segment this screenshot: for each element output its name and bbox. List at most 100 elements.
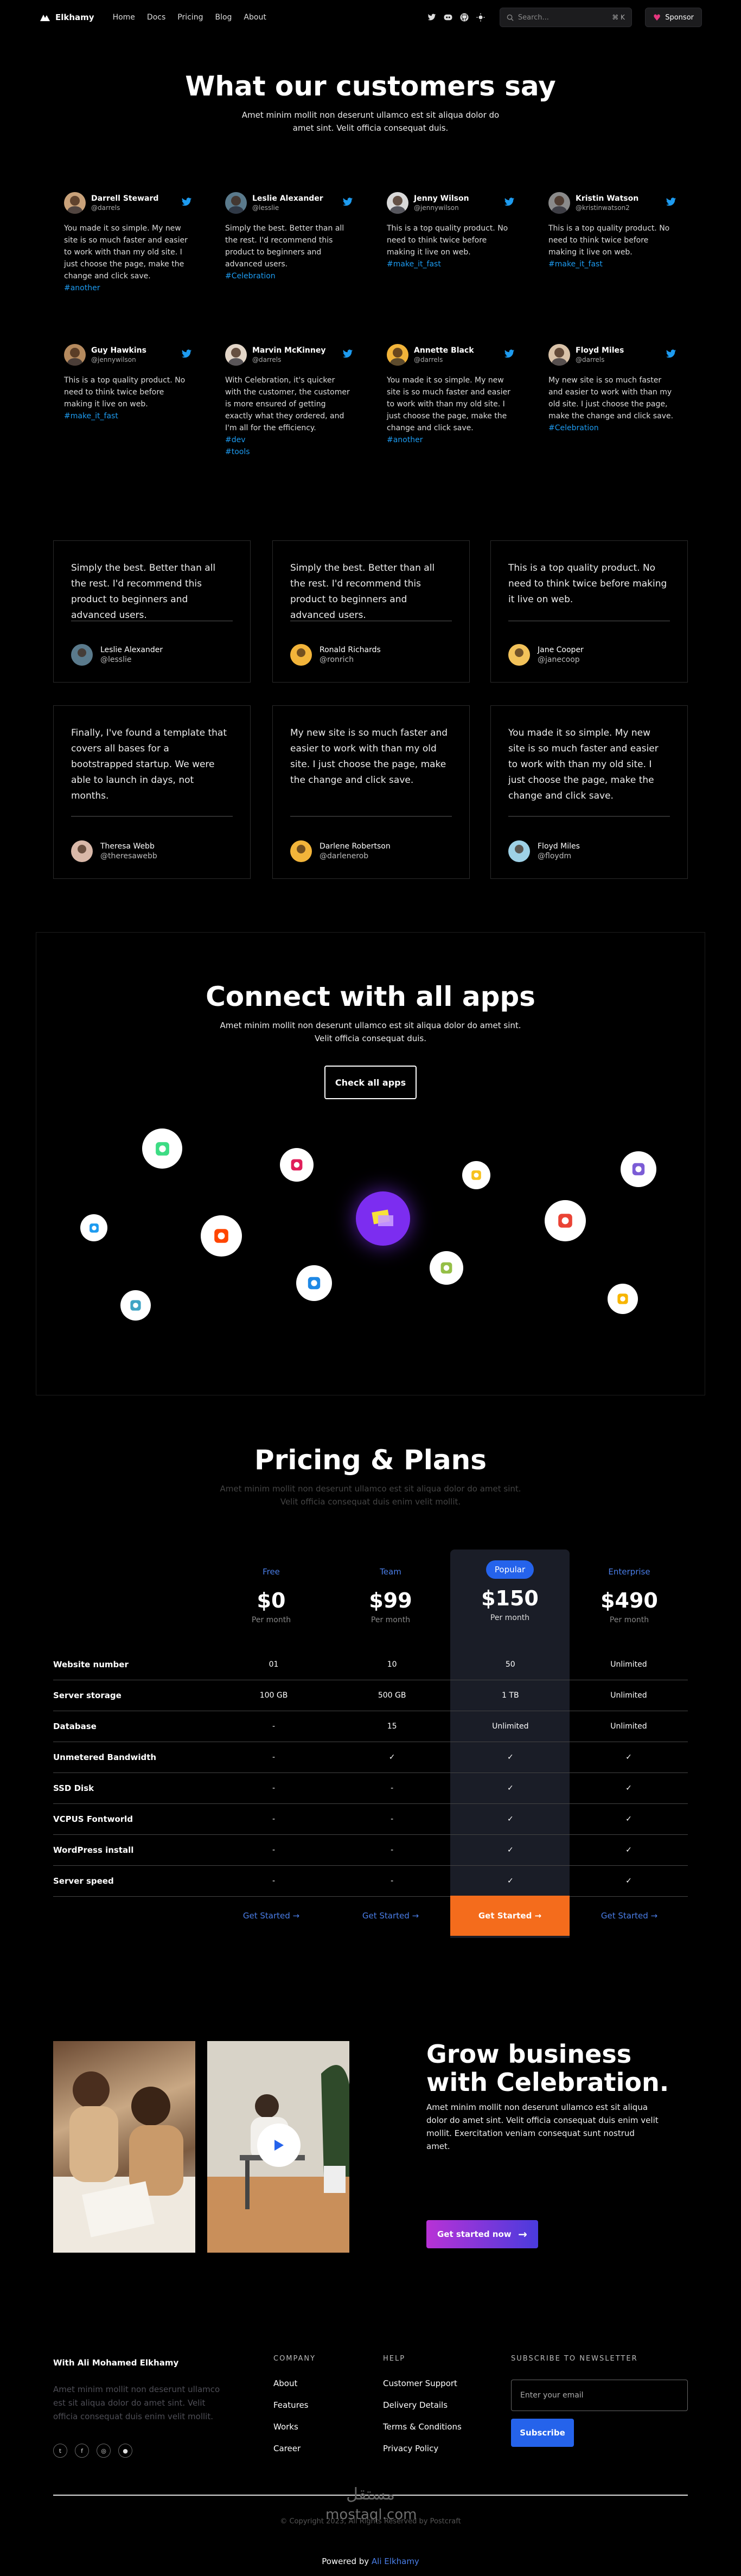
get-started-popular-button[interactable]: Get Started → (450, 1896, 570, 1936)
plan-tier: Popular (450, 1560, 570, 1579)
feature-label: Database (53, 1721, 97, 1731)
periscope-icon[interactable] (120, 1290, 151, 1321)
tweet-author: Annette Black @darrels (414, 346, 474, 364)
twitter-icon[interactable] (342, 349, 353, 360)
twitter-icon[interactable] (666, 349, 676, 360)
footer-link-works[interactable]: Works (273, 2422, 298, 2432)
footer-link-career[interactable]: Career (273, 2444, 301, 2453)
feature-value: 50 (505, 1660, 515, 1669)
android-icon[interactable] (142, 1128, 182, 1169)
feature-row: WordPress install - - ✓ ✓ (53, 1835, 688, 1866)
get-started-link[interactable]: Get Started → (212, 1911, 331, 1921)
tweet-author-name: Marvin McKinney (252, 346, 326, 355)
avatar (225, 192, 247, 214)
tweet-text: This is a top quality product. No need t… (387, 222, 515, 270)
quote-divider (508, 816, 670, 817)
hashtag-link[interactable]: #make_it_fast (64, 410, 192, 422)
get-started-now-button[interactable]: Get started now → (426, 2220, 538, 2248)
feature-row: Server speed - - ✓ ✓ (53, 1866, 688, 1897)
powered-by-link[interactable]: Ali Elkhamy (372, 2556, 419, 2566)
hashtag-link[interactable]: #make_it_fast (387, 258, 515, 270)
subscribe-button[interactable]: Subscribe (511, 2419, 574, 2447)
sketch-icon[interactable] (608, 1284, 638, 1314)
twitter-icon[interactable] (80, 1214, 107, 1241)
github-icon[interactable] (459, 12, 469, 22)
logo-icon (40, 15, 50, 21)
instagram-icon[interactable]: ◎ (97, 2444, 111, 2458)
tweet-author-name: Jenny Wilson (414, 194, 469, 203)
discord-icon[interactable] (443, 12, 453, 22)
twitter-icon[interactable] (666, 197, 676, 208)
hashtag-link[interactable]: #Celebration (225, 270, 353, 282)
nav-link-about[interactable]: About (244, 13, 266, 22)
tweet-author: Darrell Steward @darrels (91, 194, 158, 212)
search-input[interactable]: Search... ⌘ K (499, 8, 632, 27)
newsletter-email-input[interactable]: Enter your email (511, 2380, 688, 2411)
twitter-icon[interactable] (342, 197, 353, 208)
quote-card: This is a top quality product. No need t… (490, 540, 688, 683)
twitter-icon[interactable] (181, 197, 192, 208)
tweet-card: Kristin Watson @kristinwatson2 This is a t… (548, 191, 676, 270)
nav-link-home[interactable]: Home (113, 13, 135, 22)
hashtag-link[interactable]: #another (387, 434, 515, 446)
twitter-icon[interactable] (427, 12, 437, 22)
brand-logo[interactable]: Elkhamy (39, 12, 94, 22)
tweet-author-handle: @jennywilson (91, 356, 136, 364)
nav-link-docs[interactable]: Docs (147, 13, 165, 22)
footer-link-delivery-details[interactable]: Delivery Details (383, 2400, 448, 2410)
plan-tier: Enterprise (608, 1567, 650, 1577)
hashtag-link[interactable]: #tools (225, 446, 353, 458)
tweet-body: My new site is so much faster and easier… (548, 376, 674, 420)
footer-link-privacy[interactable]: Privacy Policy (383, 2444, 438, 2453)
get-started-link[interactable]: Get Started → (570, 1911, 689, 1921)
twitter-icon[interactable] (181, 349, 192, 360)
vscode-icon[interactable] (296, 1265, 332, 1301)
celebration-icon[interactable] (356, 1191, 410, 1246)
tweet-text: This is a top quality product. No need t… (548, 222, 676, 270)
twitter-icon[interactable]: t (53, 2444, 67, 2458)
quote-author-info: Jane Cooper @janecoop (538, 645, 584, 665)
slack-icon[interactable] (280, 1148, 314, 1182)
play-video-button[interactable] (257, 2124, 301, 2167)
tweet-header: Jenny Wilson @jennywilson (387, 191, 515, 215)
quote-author-info: Ronald Richards @ronrich (320, 645, 381, 665)
footer-link-about[interactable]: About (273, 2379, 297, 2388)
sponsor-button[interactable]: ♥ Sponsor (644, 8, 702, 27)
tweet-text: My new site is so much faster and easier… (548, 374, 676, 434)
get-started-link[interactable]: Get Started → (331, 1911, 450, 1921)
footer-link-terms[interactable]: Terms & Conditions (383, 2422, 462, 2432)
play-icon (274, 2140, 284, 2151)
hashtag-link[interactable]: #another (64, 282, 192, 294)
feature-value: - (391, 1877, 394, 1885)
twitter-icon[interactable] (504, 349, 515, 360)
feature-value: 10 (387, 1660, 397, 1669)
hashtag-link[interactable]: #dev (225, 434, 353, 446)
check-all-apps-button[interactable]: Check all apps (324, 1066, 417, 1099)
popular-badge: Popular (486, 1560, 534, 1579)
feature-value: Unlimited (610, 1660, 647, 1669)
footer-link-features[interactable]: Features (273, 2400, 309, 2410)
feature-value: 15 (387, 1722, 397, 1731)
docs-icon[interactable] (621, 1151, 656, 1187)
search-placeholder: Search... (518, 13, 549, 22)
quote-card: Finally, I've found a template that cove… (53, 705, 251, 879)
twitter-icon[interactable] (504, 197, 515, 208)
reddit-icon[interactable] (201, 1215, 242, 1257)
shopify-icon[interactable] (430, 1251, 463, 1285)
hashtag-link[interactable]: #make_it_fast (548, 258, 676, 270)
bumble-icon[interactable] (462, 1161, 490, 1189)
facebook-icon[interactable]: f (75, 2444, 89, 2458)
quote-author: Floyd Miles @floydm (508, 840, 580, 862)
github-icon[interactable]: ● (118, 2444, 132, 2458)
tweet-author-handle: @lesslie (252, 204, 279, 212)
gmail-icon[interactable] (545, 1200, 586, 1241)
footer-newsletter: SUBSCRIBE TO NEWSLETTER (511, 2355, 638, 2363)
nav-link-pricing[interactable]: Pricing (177, 13, 203, 22)
feature-label: Website number (53, 1660, 129, 1669)
nav-link-blog[interactable]: Blog (215, 13, 232, 22)
footer-link-customer-support[interactable]: Customer Support (383, 2379, 457, 2388)
tweet-author: Marvin McKinney @darrels (252, 346, 325, 364)
footer-help: HELP Customer Support Delivery Details T… (383, 2355, 462, 2459)
hashtag-link[interactable]: #Celebration (548, 422, 676, 434)
theme-toggle-icon[interactable] (476, 12, 486, 22)
